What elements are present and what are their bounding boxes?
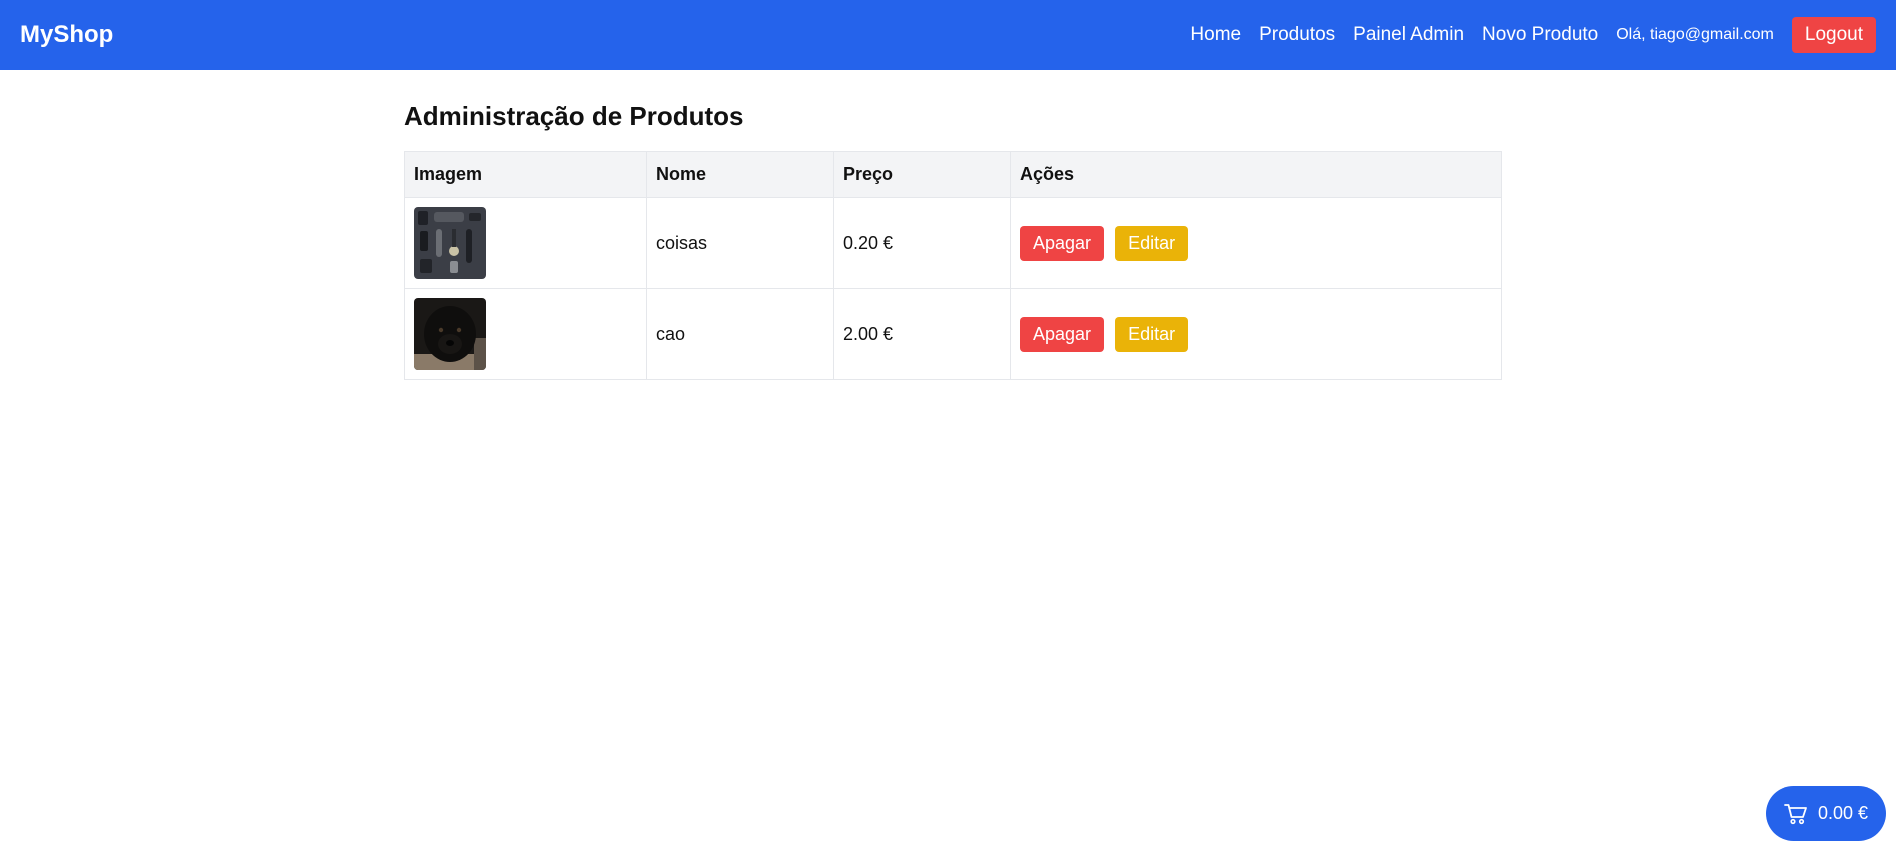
header-imagem: Imagem — [404, 151, 647, 198]
header-preco: Preço — [833, 151, 1011, 198]
nav-link-produtos[interactable]: Produtos — [1259, 24, 1335, 46]
product-actions: Apagar Editar — [1010, 288, 1502, 380]
table-header-row: Imagem Nome Preço Ações — [404, 151, 1502, 198]
nav-link-painel-admin[interactable]: Painel Admin — [1353, 24, 1464, 46]
nav-links: Home Produtos Painel Admin Novo Produto … — [1172, 17, 1876, 53]
table-row: cao 2.00 € Apagar Editar — [404, 288, 1502, 380]
navbar: MyShop Home Produtos Painel Admin Novo P… — [0, 0, 1896, 70]
edit-button[interactable]: Editar — [1115, 225, 1189, 261]
user-greeting: Olá, tiago@gmail.com — [1616, 26, 1774, 43]
products-table: Imagem Nome Preço Ações coisas 0.20 € Ap… — [404, 151, 1502, 380]
cart-button[interactable]: 0.00 € — [1766, 786, 1886, 841]
header-acoes: Ações — [1010, 151, 1502, 198]
brand-logo[interactable]: MyShop — [20, 21, 113, 49]
product-thumbnail — [414, 207, 486, 279]
delete-button[interactable]: Apagar — [1020, 225, 1105, 261]
nav-link-home[interactable]: Home — [1190, 24, 1241, 46]
page-title: Administração de Produtos — [404, 101, 744, 131]
product-price: 2.00 € — [833, 288, 1011, 380]
product-image-cell — [404, 288, 647, 380]
header-nome: Nome — [646, 151, 834, 198]
product-price: 0.20 € — [833, 197, 1011, 289]
main-content: Administração de Produtos Imagem Nome Pr… — [404, 100, 1502, 380]
logout-button[interactable]: Logout — [1791, 17, 1876, 53]
product-actions: Apagar Editar — [1010, 197, 1502, 289]
product-image-cell — [404, 197, 647, 289]
nav-link-novo-produto[interactable]: Novo Produto — [1482, 24, 1598, 46]
edit-button[interactable]: Editar — [1115, 316, 1189, 352]
cart-total: 0.00 € — [1817, 803, 1869, 823]
product-name: cao — [646, 288, 834, 380]
product-name: coisas — [646, 197, 834, 289]
product-thumbnail — [414, 298, 486, 370]
table-row: coisas 0.20 € Apagar Editar — [404, 197, 1502, 289]
delete-button[interactable]: Apagar — [1020, 316, 1105, 352]
cart-icon — [1784, 803, 1807, 824]
